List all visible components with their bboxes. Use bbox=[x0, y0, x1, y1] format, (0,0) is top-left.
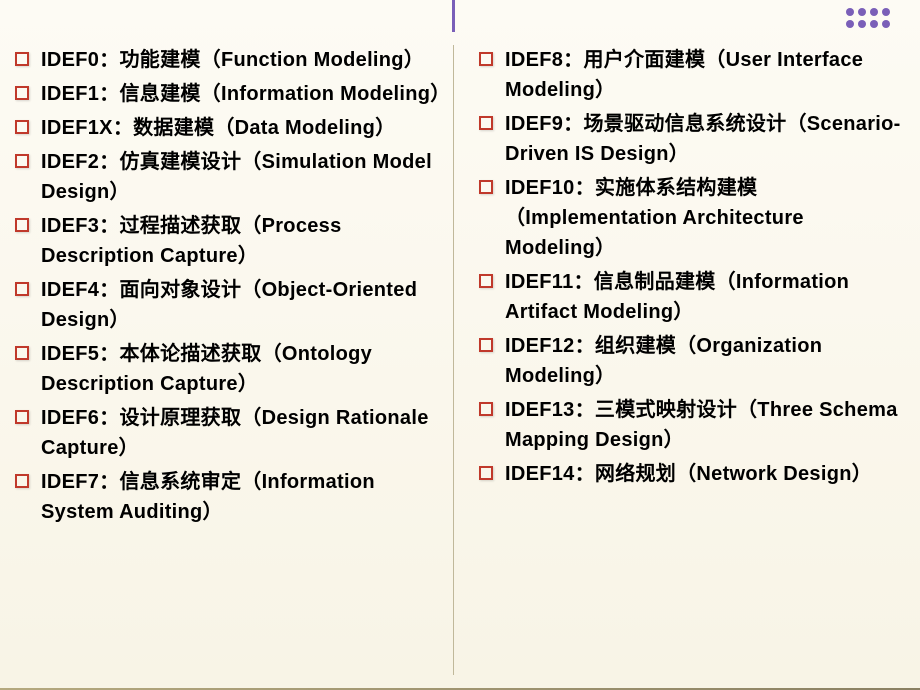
square-bullet-icon bbox=[15, 52, 29, 66]
square-bullet-icon bbox=[479, 466, 493, 480]
list-item: IDEF9：场景驱动信息系统设计（Scenario-Driven IS Desi… bbox=[479, 109, 905, 169]
item-text: IDEF3：过程描述获取（Process Description Capture… bbox=[41, 211, 441, 271]
square-bullet-icon bbox=[15, 154, 29, 168]
square-bullet-icon bbox=[15, 218, 29, 232]
square-bullet-icon bbox=[15, 474, 29, 488]
list-item: IDEF8：用户介面建模（User Interface Modeling） bbox=[479, 45, 905, 105]
square-bullet-icon bbox=[479, 52, 493, 66]
item-text: IDEF7：信息系统审定（Information System Auditing… bbox=[41, 467, 441, 527]
item-text: IDEF6：设计原理获取（Design Rationale Capture） bbox=[41, 403, 441, 463]
idef-list-right: IDEF8：用户介面建模（User Interface Modeling） ID… bbox=[479, 45, 905, 489]
item-text: IDEF2：仿真建模设计（Simulation Model Design） bbox=[41, 147, 441, 207]
square-bullet-icon bbox=[479, 402, 493, 416]
item-text: IDEF4：面向对象设计（Object-Oriented Design） bbox=[41, 275, 441, 335]
item-text: IDEF10：实施体系结构建模（Implementation Architect… bbox=[505, 173, 905, 263]
list-item: IDEF12：组织建模（Organization Modeling） bbox=[479, 331, 905, 391]
square-bullet-icon bbox=[15, 120, 29, 134]
item-text: IDEF14：网络规划（Network Design） bbox=[505, 459, 872, 489]
list-item: IDEF11：信息制品建模（Information Artifact Model… bbox=[479, 267, 905, 327]
accent-bar bbox=[452, 0, 455, 32]
square-bullet-icon bbox=[479, 116, 493, 130]
list-item: IDEF1X：数据建模（Data Modeling） bbox=[15, 113, 441, 143]
list-item: IDEF13：三模式映射设计（Three Schema Mapping Desi… bbox=[479, 395, 905, 455]
left-column: IDEF0：功能建模（Function Modeling） IDEF1：信息建模… bbox=[15, 45, 454, 675]
list-item: IDEF14：网络规划（Network Design） bbox=[479, 459, 905, 489]
square-bullet-icon bbox=[479, 338, 493, 352]
square-bullet-icon bbox=[15, 346, 29, 360]
list-item: IDEF5：本体论描述获取（Ontology Description Captu… bbox=[15, 339, 441, 399]
square-bullet-icon bbox=[479, 180, 493, 194]
list-item: IDEF7：信息系统审定（Information System Auditing… bbox=[15, 467, 441, 527]
slide-content: IDEF0：功能建模（Function Modeling） IDEF1：信息建模… bbox=[0, 0, 920, 690]
list-item: IDEF2：仿真建模设计（Simulation Model Design） bbox=[15, 147, 441, 207]
right-column: IDEF8：用户介面建模（User Interface Modeling） ID… bbox=[454, 45, 905, 675]
item-text: IDEF11：信息制品建模（Information Artifact Model… bbox=[505, 267, 905, 327]
item-text: IDEF1：信息建模（Information Modeling） bbox=[41, 79, 441, 109]
idef-list-left: IDEF0：功能建模（Function Modeling） IDEF1：信息建模… bbox=[15, 45, 441, 527]
square-bullet-icon bbox=[479, 274, 493, 288]
square-bullet-icon bbox=[15, 86, 29, 100]
square-bullet-icon bbox=[15, 410, 29, 424]
list-item: IDEF1：信息建模（Information Modeling） bbox=[15, 79, 441, 109]
item-text: IDEF9：场景驱动信息系统设计（Scenario-Driven IS Desi… bbox=[505, 109, 905, 169]
item-text: IDEF1X：数据建模（Data Modeling） bbox=[41, 113, 396, 143]
item-text: IDEF8：用户介面建模（User Interface Modeling） bbox=[505, 45, 905, 105]
item-text: IDEF0：功能建模（Function Modeling） bbox=[41, 45, 424, 75]
item-text: IDEF5：本体论描述获取（Ontology Description Captu… bbox=[41, 339, 441, 399]
list-item: IDEF3：过程描述获取（Process Description Capture… bbox=[15, 211, 441, 271]
square-bullet-icon bbox=[15, 282, 29, 296]
list-item: IDEF4：面向对象设计（Object-Oriented Design） bbox=[15, 275, 441, 335]
list-item: IDEF10：实施体系结构建模（Implementation Architect… bbox=[479, 173, 905, 263]
item-text: IDEF12：组织建模（Organization Modeling） bbox=[505, 331, 905, 391]
decoration-dots bbox=[846, 8, 890, 28]
item-text: IDEF13：三模式映射设计（Three Schema Mapping Desi… bbox=[505, 395, 905, 455]
list-item: IDEF6：设计原理获取（Design Rationale Capture） bbox=[15, 403, 441, 463]
list-item: IDEF0：功能建模（Function Modeling） bbox=[15, 45, 441, 75]
